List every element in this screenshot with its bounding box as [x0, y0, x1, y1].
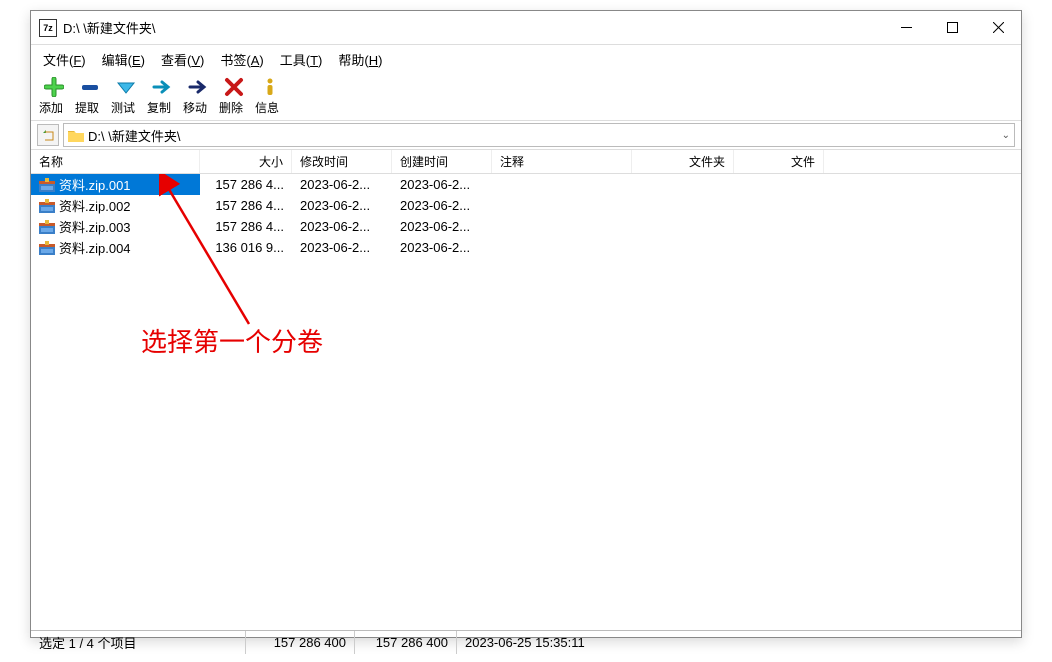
- file-mtime: 2023-06-2...: [292, 174, 392, 195]
- move-label[interactable]: 移动: [183, 99, 216, 116]
- col-size[interactable]: 大小: [200, 150, 292, 173]
- col-name[interactable]: 名称: [31, 150, 200, 173]
- statusbar: 选定 1 / 4 个项目 157 286 400 157 286 400 202…: [31, 630, 1021, 654]
- file-row[interactable]: 资料.zip.004136 016 9...2023-06-2...2023-0…: [31, 237, 1021, 258]
- menubar: 文件(F) 编辑(E) 查看(V) 书签(A) 工具(T) 帮助(H): [31, 45, 1021, 73]
- delete-icon[interactable]: [223, 77, 245, 97]
- file-ctime: 2023-06-2...: [392, 216, 492, 237]
- file-name: 资料.zip.003: [59, 217, 131, 236]
- file-name: 资料.zip.004: [59, 238, 131, 257]
- copy-icon[interactable]: [151, 77, 173, 97]
- app-icon: 7z: [39, 19, 57, 37]
- file-ctime: 2023-06-2...: [392, 237, 492, 258]
- pathbar: D:\ \新建文件夹\ ⌄: [31, 120, 1021, 150]
- file-mtime: 2023-06-2...: [292, 237, 392, 258]
- add-icon[interactable]: [43, 77, 65, 97]
- menu-tools[interactable]: 工具(T): [272, 47, 331, 72]
- up-button[interactable]: [37, 124, 59, 146]
- file-row[interactable]: 资料.zip.002157 286 4...2023-06-2...2023-0…: [31, 195, 1021, 216]
- move-icon[interactable]: [187, 77, 209, 97]
- close-button[interactable]: [975, 11, 1021, 45]
- archive-icon: [39, 241, 55, 255]
- file-name: 资料.zip.001: [59, 175, 131, 194]
- file-mtime: 2023-06-2...: [292, 216, 392, 237]
- col-ctime[interactable]: 创建时间: [392, 150, 492, 173]
- file-row[interactable]: 资料.zip.001157 286 4...2023-06-2...2023-0…: [31, 174, 1021, 195]
- col-folders[interactable]: 文件夹: [632, 150, 734, 173]
- archive-icon: [39, 220, 55, 234]
- file-size: 136 016 9...: [200, 237, 292, 258]
- info-icon[interactable]: [259, 77, 281, 97]
- toolbar: 添加 提取 测试 复制 移动 删除 信息: [31, 73, 1021, 120]
- minimize-button[interactable]: [883, 11, 929, 45]
- file-row[interactable]: 资料.zip.003157 286 4...2023-06-2...2023-0…: [31, 216, 1021, 237]
- file-size: 157 286 4...: [200, 195, 292, 216]
- col-mtime[interactable]: 修改时间: [292, 150, 392, 173]
- delete-label[interactable]: 删除: [219, 99, 252, 116]
- path-input[interactable]: D:\ \新建文件夹\ ⌄: [63, 123, 1015, 147]
- file-ctime: 2023-06-2...: [392, 174, 492, 195]
- archive-icon: [39, 199, 55, 213]
- menu-view[interactable]: 查看(V): [153, 47, 212, 72]
- info-label[interactable]: 信息: [255, 99, 288, 116]
- titlebar[interactable]: 7z D:\ \新建文件夹\: [31, 11, 1021, 45]
- menu-bookmarks[interactable]: 书签(A): [212, 47, 271, 72]
- folder-icon: [68, 129, 84, 142]
- file-ctime: 2023-06-2...: [392, 195, 492, 216]
- copy-label[interactable]: 复制: [147, 99, 180, 116]
- file-mtime: 2023-06-2...: [292, 195, 392, 216]
- archive-icon: [39, 178, 55, 192]
- menu-edit[interactable]: 编辑(E): [94, 47, 153, 72]
- extract-label[interactable]: 提取: [75, 99, 108, 116]
- col-files[interactable]: 文件: [734, 150, 824, 173]
- test-label[interactable]: 测试: [111, 99, 144, 116]
- file-list[interactable]: 资料.zip.001157 286 4...2023-06-2...2023-0…: [31, 174, 1021, 630]
- path-text: D:\ \新建文件夹\: [88, 126, 180, 145]
- extract-icon[interactable]: [79, 77, 101, 97]
- annotation-text: 选择第一个分卷: [141, 322, 323, 359]
- col-comment[interactable]: 注释: [492, 150, 632, 173]
- maximize-button[interactable]: [929, 11, 975, 45]
- window-title: D:\ \新建文件夹\: [63, 18, 883, 37]
- column-headers: 名称 大小 修改时间 创建时间 注释 文件夹 文件: [31, 150, 1021, 174]
- dropdown-icon[interactable]: ⌄: [1002, 130, 1010, 141]
- menu-help[interactable]: 帮助(H): [330, 47, 390, 72]
- file-name: 资料.zip.002: [59, 196, 131, 215]
- file-size: 157 286 4...: [200, 174, 292, 195]
- status-date: 2023-06-25 15:35:11: [457, 635, 585, 650]
- file-size: 157 286 4...: [200, 216, 292, 237]
- menu-file[interactable]: 文件(F): [35, 47, 94, 72]
- status-selection: 选定 1 / 4 个项目: [31, 631, 246, 654]
- status-size1: 157 286 400: [246, 631, 355, 654]
- add-label[interactable]: 添加: [39, 99, 72, 116]
- status-size2: 157 286 400: [355, 631, 457, 654]
- main-window: 7z D:\ \新建文件夹\ 文件(F) 编辑(E) 查看(V) 书签(A) 工…: [30, 10, 1022, 638]
- test-icon[interactable]: [115, 77, 137, 97]
